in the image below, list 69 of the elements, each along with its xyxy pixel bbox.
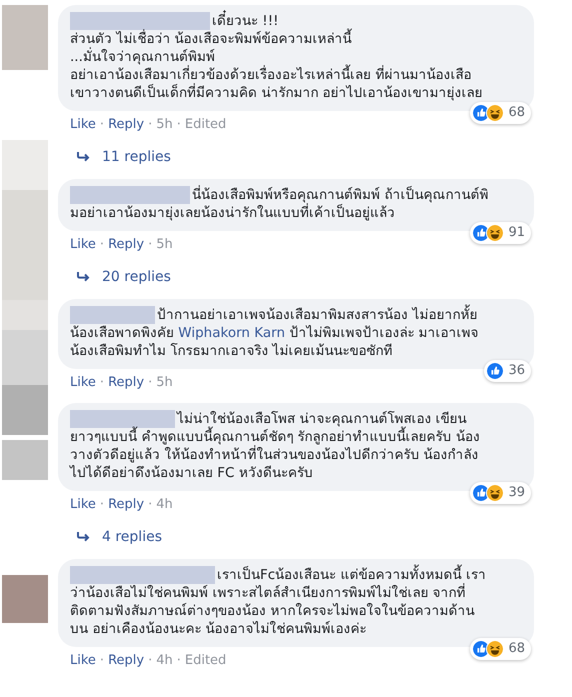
reply-link[interactable]: Reply: [108, 495, 144, 515]
timestamp: 4h: [156, 652, 173, 670]
comment-text-line: วางตัวดีอยู่แล้ว ให้น้องทำหน้าที่ในส่วนของน้องไปดีกว่าครับ น้องกำลัง: [70, 446, 479, 464]
timestamp: 5h: [156, 374, 173, 392]
separator-dot: ·: [100, 374, 104, 392]
view-replies-link[interactable]: 4 replies: [76, 527, 572, 547]
comment-text-line: เดี๋ยวนะ !!!: [212, 12, 279, 30]
reaction-count: 39: [508, 484, 525, 502]
reply-link[interactable]: Reply: [108, 373, 144, 393]
reaction-count: 36: [508, 362, 525, 380]
comment-text-line: อย่าเอาน้องเสือมาเกี่ยวข้องด้วยเรื่องอะไรเหล่านี้เลย ที่ผ่านมาน้องเสือ: [70, 66, 472, 84]
like-link[interactable]: Like: [70, 373, 96, 393]
comment-text-line: ไปได้ดีอย่าดึงน้องมาเลย FC หวังดีนะครับ: [70, 464, 313, 482]
separator-dot: ·: [100, 236, 104, 254]
like-link[interactable]: Like: [70, 651, 96, 671]
comment-text-line: ไม่น่าใช่น้องเสือโพส น่าจะคุณกานต์โพสเอง เขียน: [177, 410, 467, 427]
reaction-count: 68: [508, 640, 525, 658]
comment-text-line: ป้ากานอย่าเอาเพจน้องเสือมาพิมสงสารน้อง ไม่อยากหั้ย: [157, 306, 478, 324]
like-link[interactable]: Like: [70, 115, 96, 135]
like-reaction-icon: [486, 362, 504, 380]
reaction-badge[interactable]: 91: [470, 222, 531, 244]
laughing-reaction-icon: [486, 640, 504, 658]
comment-text-line: บน อย่าเคืองน้องนะคะ น้องอาจไม่ใช่คนพิมพ์เองค่ะ: [70, 620, 367, 638]
reaction-badge[interactable]: 36: [484, 360, 531, 382]
edited-label: Edited: [184, 652, 226, 670]
like-link[interactable]: Like: [70, 495, 96, 515]
reply-link[interactable]: Reply: [108, 235, 144, 255]
comment-text-line: ...มั่นใจว่าคุณกานต์พิมพ์: [70, 48, 215, 65]
separator-dot: ·: [148, 374, 152, 392]
laughing-reaction-icon: [486, 104, 504, 122]
comment-text-line: น้องเสือพาดพิงคัย Wiphakorn Karn ป้าไม่พิมเพจป้าเองล่ะ มาเอาเพจ: [70, 324, 479, 342]
comment-text-line: มอย่าเอาน้องมายุ่งเลยน้องน่ารักในแบบที่เค้าเป็นอยู่แล้ว: [70, 204, 395, 222]
comment-text-line: เขาวางตนดีเป็นเด็กที่มีความคิด น่ารักมาก อย่าไปเอาน้องเขามายุ่งเลย: [70, 84, 483, 102]
comment-text-line: นี่น้องเสือพิมพ์หรือคุณกานต์พิมพ์ ถ้าเป็นคุณกานต์พิ: [192, 186, 488, 203]
reaction-count: 68: [508, 104, 525, 122]
view-replies-link[interactable]: 20 replies: [76, 267, 572, 287]
edited-label: Edited: [184, 116, 226, 134]
separator-dot: ·: [148, 116, 152, 134]
separator-dot: ·: [100, 652, 104, 670]
comment-text-line: น้องเสือพิมทำไม โกรธมากเอาจริง ไม่เคยเม้นนะขอซักที: [70, 342, 393, 360]
reply-link[interactable]: Reply: [108, 115, 144, 135]
separator-dot: ·: [176, 116, 181, 134]
timestamp: 5h: [156, 236, 173, 254]
separator-dot: ·: [148, 652, 152, 670]
reply-arrow-icon: [76, 151, 90, 163]
comment-text-line: ส่วนตัว ไม่เชื่อว่า น้องเสือจะพิมพ์ข้อความเหล่านี้: [70, 30, 352, 48]
view-replies-link[interactable]: 11 replies: [76, 147, 572, 167]
timestamp: 4h: [156, 496, 173, 514]
mention-link[interactable]: Wiphakorn Karn: [178, 325, 286, 341]
reply-arrow-icon: [76, 531, 90, 543]
reaction-count: 91: [508, 224, 525, 242]
separator-dot: ·: [176, 652, 181, 670]
like-link[interactable]: Like: [70, 235, 96, 255]
separator-dot: ·: [100, 496, 104, 514]
reply-arrow-icon: [76, 271, 90, 283]
separator-dot: ·: [148, 236, 152, 254]
comment-text-line: ยาวๆแบบนี้ คำพูดแบบนี้คุณกานต์ชัดๆ รักลูกอย่าทำแบบนี้เลยครับ น้อง: [70, 428, 480, 446]
comment-text-line: ติดตามฟังสัมภาษณ์ต่างๆของน้อง หากใครจะไม่พอใจในข้อความด้าน: [70, 602, 474, 620]
reaction-badge[interactable]: 39: [470, 482, 531, 504]
separator-dot: ·: [100, 116, 104, 134]
timestamp: 5h: [156, 116, 173, 134]
comment-text-line: ว่าน้องเสือไม่ใช่คนพิมพ์ เพราะสไตล์สำเนียงการพิมพ์ไม่ใช่เลย จากที่: [70, 584, 466, 602]
reply-link[interactable]: Reply: [108, 651, 144, 671]
laughing-reaction-icon: [486, 224, 504, 242]
laughing-reaction-icon: [486, 484, 504, 502]
comment-text-line: เราเป็นFcน้องเสือนะ แต่ข้อความทั้งหมดนี้ เรา: [217, 566, 486, 584]
separator-dot: ·: [148, 496, 152, 514]
reaction-badge[interactable]: 68: [470, 638, 531, 660]
reaction-badge[interactable]: 68: [470, 102, 531, 124]
